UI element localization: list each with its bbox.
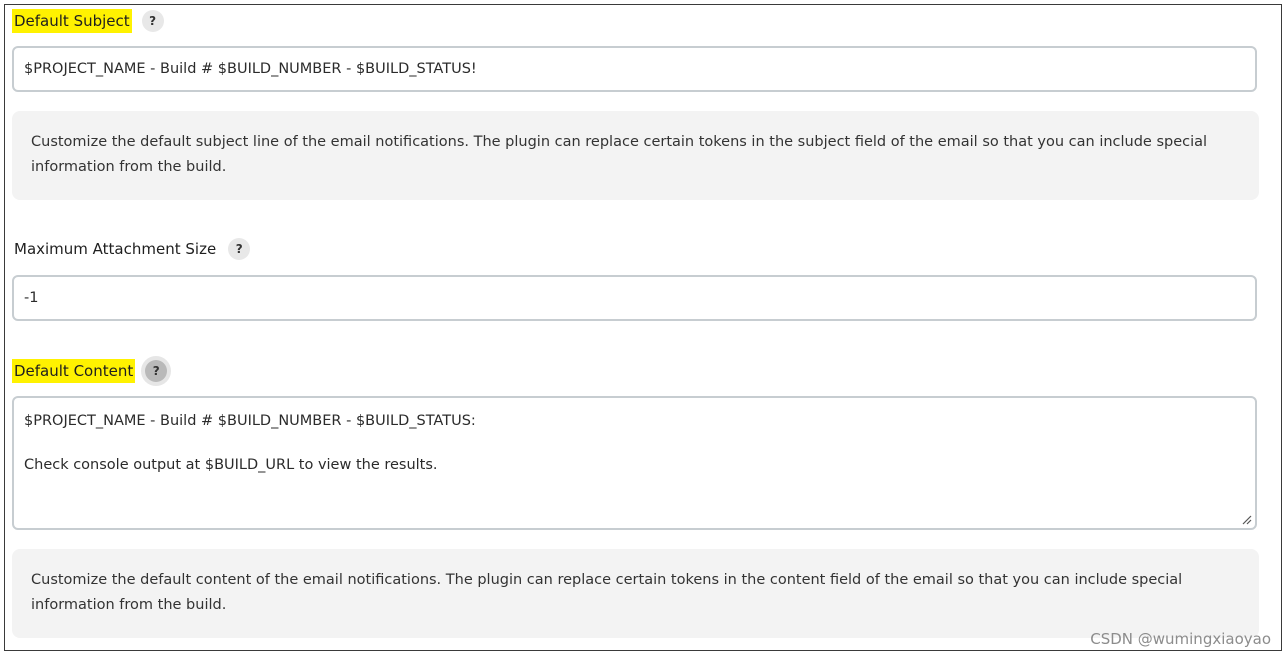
help-icon[interactable]: ? [141,10,164,32]
default-content-textarea[interactable]: $PROJECT_NAME - Build # $BUILD_NUMBER - … [12,396,1257,530]
default-subject-help: Customize the default subject line of th… [12,111,1259,200]
watermark: CSDN @wumingxiaoyao [1090,630,1271,648]
default-subject-label: Default Subject ? [12,9,164,33]
resize-handle-icon[interactable] [1242,515,1252,525]
default-content-label: Default Content ? [12,359,168,383]
default-content-line: Check console output at $BUILD_URL to vi… [24,457,438,473]
help-icon[interactable]: ? [228,238,251,260]
max-attachment-label: Maximum Attachment Size ? [12,237,251,261]
default-content-label-text: Default Content [12,359,136,383]
max-attachment-label-text: Maximum Attachment Size [14,240,217,258]
default-content-help-text: Customize the default content of the ema… [31,572,1183,613]
default-subject-help-text: Customize the default subject line of th… [31,134,1208,175]
default-subject-value: $PROJECT_NAME - Build # $BUILD_NUMBER - … [24,61,477,77]
max-attachment-value: -1 [24,290,39,306]
default-subject-input[interactable]: $PROJECT_NAME - Build # $BUILD_NUMBER - … [12,46,1257,92]
help-icon[interactable]: ? [145,360,168,382]
max-attachment-input[interactable]: -1 [12,275,1257,321]
default-content-line: $PROJECT_NAME - Build # $BUILD_NUMBER - … [24,413,476,429]
default-subject-label-text: Default Subject [12,9,132,33]
default-content-help: Customize the default content of the ema… [12,549,1259,638]
default-content-line [24,432,1245,454]
settings-panel: Default Subject ? $PROJECT_NAME - Build … [4,4,1282,651]
